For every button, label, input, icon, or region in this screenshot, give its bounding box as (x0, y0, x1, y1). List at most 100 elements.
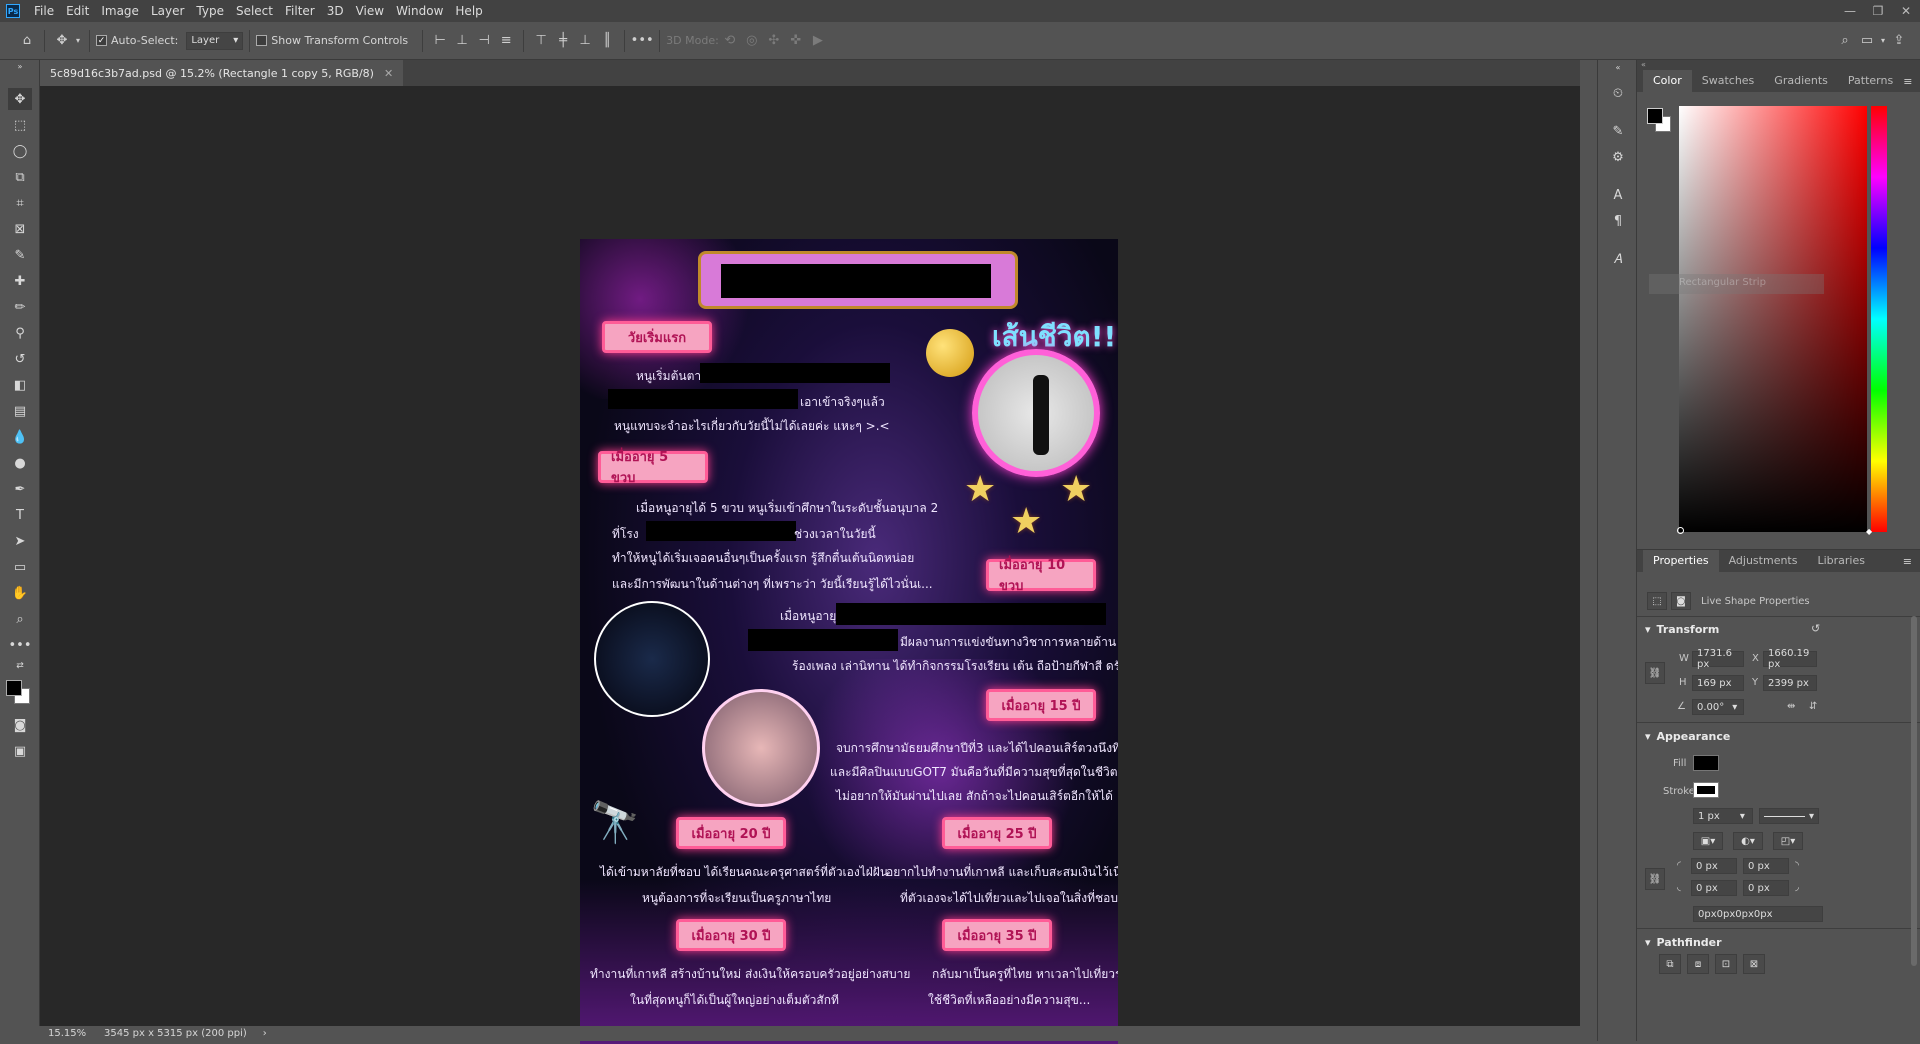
tab-patterns[interactable]: Patterns (1838, 70, 1903, 92)
align-right-icon[interactable]: ⊣ (473, 30, 495, 52)
stroke-cap-icon[interactable]: ◐▾ (1733, 832, 1763, 850)
collapse-icon[interactable]: « (1606, 62, 1630, 72)
eraser-tool-icon[interactable]: ◧ (8, 374, 32, 396)
zoom-tool-icon[interactable]: ⌕ (8, 608, 32, 630)
zoom-level[interactable]: 15.15% (48, 1028, 104, 1039)
link-dimensions-icon[interactable]: ⛓ (1645, 662, 1665, 684)
move-tool-icon[interactable]: ✥ (8, 88, 32, 110)
height-field[interactable]: 169 px (1692, 675, 1744, 691)
tab-adjustments[interactable]: Adjustments (1719, 550, 1808, 572)
close-tab-icon[interactable]: ✕ (384, 67, 393, 80)
width-field[interactable]: 1731.6 px (1692, 648, 1744, 670)
healing-brush-tool-icon[interactable]: ✚ (8, 270, 32, 292)
clone-stamp-tool-icon[interactable]: ⚲ (8, 322, 32, 344)
marquee-tool-icon[interactable]: ⬚ (8, 114, 32, 136)
history-brush-tool-icon[interactable]: ↺ (8, 348, 32, 370)
chevron-right-icon[interactable]: › (263, 1028, 267, 1039)
angle-field[interactable]: 0.00° ▾ (1692, 699, 1744, 715)
brush-tool-icon[interactable]: ✏ (8, 296, 32, 318)
tab-swatches[interactable]: Swatches (1692, 70, 1765, 92)
foreground-color-swatch[interactable] (1647, 108, 1663, 124)
screen-mode-icon[interactable]: ▣ (8, 740, 32, 762)
path-select-tool-icon[interactable]: ➤ (8, 530, 32, 552)
distribute-vertical-icon[interactable]: ║ (596, 30, 618, 52)
document-tab[interactable]: 5c89d16c3b7ad.psd @ 15.2% (Rectangle 1 c… (40, 60, 404, 86)
appearance-section-header[interactable]: ▾ Appearance (1645, 730, 1730, 743)
menu-filter[interactable]: Filter (279, 0, 321, 22)
paragraph-panel-icon[interactable]: ¶ (1606, 210, 1630, 232)
exclude-shapes-icon[interactable]: ⊠ (1743, 954, 1765, 974)
menu-view[interactable]: View (350, 0, 390, 22)
stroke-corner-icon[interactable]: ◰▾ (1773, 832, 1803, 850)
rectangle-tool-icon[interactable]: ▭ (8, 556, 32, 578)
color-picker-cursor[interactable] (1677, 527, 1684, 534)
menu-layer[interactable]: Layer (145, 0, 190, 22)
artwork-canvas[interactable]: เส้นชีวิต!! ★ ★ ★ วัยเริ่มแรก หนูเริ่มต้… (580, 239, 1118, 1044)
align-bottom-icon[interactable]: ⊥ (574, 30, 596, 52)
color-field[interactable] (1679, 106, 1867, 532)
frame-tool-icon[interactable]: ⊠ (8, 218, 32, 240)
foreground-color-swatch[interactable] (6, 680, 22, 696)
auto-select-dropdown[interactable]: Layer ▾ (186, 31, 244, 50)
corner-bottom-left-field[interactable]: 0 px (1691, 880, 1737, 896)
swap-colors-icon[interactable]: ⇄ (8, 660, 32, 672)
dodge-tool-icon[interactable]: ● (8, 452, 32, 474)
tab-gradients[interactable]: Gradients (1764, 70, 1838, 92)
distribute-icon[interactable]: ≡ (495, 30, 517, 52)
object-select-tool-icon[interactable]: ⧉ (8, 166, 32, 188)
collapse-icon[interactable]: » (8, 62, 32, 71)
eyedropper-tool-icon[interactable]: ✎ (8, 244, 32, 266)
menu-image[interactable]: Image (95, 0, 145, 22)
search-icon[interactable]: ⌕ (1834, 30, 1856, 52)
menu-help[interactable]: Help (449, 0, 488, 22)
lasso-tool-icon[interactable]: ◯ (8, 140, 32, 162)
close-icon[interactable]: ✕ (1892, 0, 1920, 22)
home-icon[interactable]: ⌂ (16, 30, 38, 52)
quick-mask-icon[interactable]: ◙ (8, 714, 32, 736)
flip-vertical-icon[interactable]: ⇵ (1809, 701, 1817, 712)
stroke-color-swatch[interactable] (1693, 782, 1719, 798)
auto-select-checkbox[interactable]: ✓ Auto-Select: (96, 34, 178, 47)
corner-bottom-right-field[interactable]: 0 px (1743, 880, 1789, 896)
panel-menu-icon[interactable]: ≡ (1903, 75, 1912, 88)
stroke-type-dropdown[interactable]: ▾ (1759, 808, 1819, 824)
share-icon[interactable]: ⇪ (1888, 30, 1910, 52)
hand-tool-icon[interactable]: ✋ (8, 582, 32, 604)
blur-tool-icon[interactable]: 💧 (8, 426, 32, 448)
panel-scrollbar[interactable] (1911, 616, 1917, 966)
combine-shapes-icon[interactable]: ⧉ (1659, 954, 1681, 974)
checkbox-checked-icon[interactable]: ✓ (96, 35, 107, 46)
move-tool-icon[interactable]: ✥ (51, 30, 73, 52)
menu-type[interactable]: Type (190, 0, 230, 22)
chevron-down-icon[interactable]: ▾ (1878, 30, 1888, 52)
intersect-shapes-icon[interactable]: ⊡ (1715, 954, 1737, 974)
shape-properties-icon[interactable]: ⬚ (1647, 592, 1667, 610)
gradient-tool-icon[interactable]: ▤ (8, 400, 32, 422)
character-panel-icon[interactable]: A (1606, 184, 1630, 206)
glyphs-panel-icon[interactable]: 𝐴 (1606, 248, 1630, 270)
hue-slider-handle-icon[interactable]: ◆ (1866, 527, 1872, 536)
pathfinder-section-header[interactable]: ▾ Pathfinder (1645, 936, 1722, 949)
panel-menu-icon[interactable]: ≡ (1903, 555, 1912, 568)
menu-window[interactable]: Window (390, 0, 449, 22)
align-left-icon[interactable]: ⊢ (429, 30, 451, 52)
pen-tool-icon[interactable]: ✒ (8, 478, 32, 500)
minimize-icon[interactable]: — (1836, 0, 1864, 22)
type-tool-icon[interactable]: T (8, 504, 32, 526)
corner-top-left-field[interactable]: 0 px (1691, 858, 1737, 874)
chevron-down-icon[interactable]: ▾ (73, 30, 83, 52)
show-transform-checkbox[interactable]: Show Transform Controls (256, 34, 408, 47)
brush-settings-icon[interactable]: ✎ (1606, 120, 1630, 142)
tab-color[interactable]: Color (1643, 70, 1692, 92)
x-position-field[interactable]: 1660.19 px (1763, 648, 1817, 670)
y-position-field[interactable]: 2399 px (1763, 675, 1817, 691)
adjustments-icon[interactable]: ⚙ (1606, 146, 1630, 168)
checkbox-unchecked-icon[interactable] (256, 35, 268, 46)
more-tools-icon[interactable]: ••• (8, 634, 32, 656)
workspace-icon[interactable]: ▭ (1856, 30, 1878, 52)
align-top-icon[interactable]: ⊤ (530, 30, 552, 52)
crop-tool-icon[interactable]: ⌗ (8, 192, 32, 214)
menu-file[interactable]: File (28, 0, 60, 22)
align-center-icon[interactable]: ⊥ (451, 30, 473, 52)
stroke-width-field[interactable]: 1 px ▾ (1693, 808, 1753, 824)
